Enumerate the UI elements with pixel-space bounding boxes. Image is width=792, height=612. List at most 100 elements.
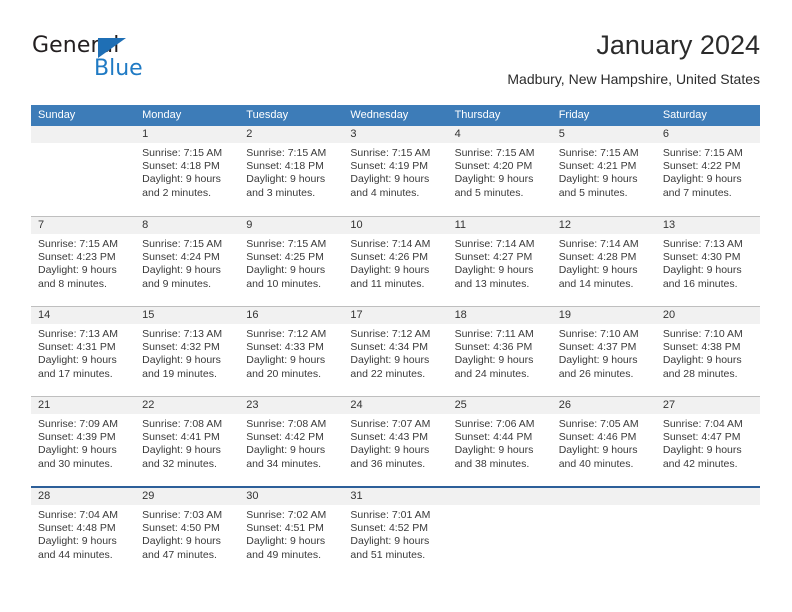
general-blue-logo[interactable]: General Blue <box>32 34 212 92</box>
calendar-day-cell[interactable]: 15 Sunrise: 7:13 AM Sunset: 4:32 PM Dayligh… <box>135 307 240 396</box>
daylight-text: Daylight: 9 hours <box>246 354 326 367</box>
calendar-day-cell[interactable]: 14 Sunrise: 7:13 AM Sunset: 4:31 PM Dayligh… <box>31 307 136 396</box>
calendar-day-cell[interactable]: 9 Sunrise: 7:15 AM Sunset: 4:25 PM Daylight… <box>239 217 344 306</box>
sunset-text: Sunset: 4:24 PM <box>142 251 220 264</box>
daylight-text: Daylight: 9 hours <box>662 264 742 277</box>
day-number: 7 <box>31 217 136 234</box>
calendar-day-cell[interactable]: 12 Sunrise: 7:14 AM Sunset: 4:28 PM Dayligh… <box>551 217 656 306</box>
sunrise-text: Sunrise: 7:02 AM <box>246 509 327 521</box>
day-details: Sunrise: 7:15 AM Sunset: 4:21 PM Daylight:… <box>552 143 656 200</box>
daylight-text: and 24 minutes. <box>454 367 530 380</box>
calendar-day-cell[interactable]: 3 Sunrise: 7:15 AM Sunset: 4:19 PM Daylight… <box>343 126 448 216</box>
daylight-text: and 4 minutes. <box>350 186 420 199</box>
calendar-day-cell[interactable]: 1 Sunrise: 7:15 AM Sunset: 4:18 PM Daylight… <box>135 126 240 216</box>
weekday-header-monday: Monday <box>142 109 182 121</box>
sunset-text: Sunset: 4:25 PM <box>246 251 324 264</box>
sunrise-text: Sunrise: 7:15 AM <box>350 147 431 159</box>
calendar-week-row: 14 Sunrise: 7:13 AM Sunset: 4:31 PM Dayligh… <box>31 306 760 396</box>
daylight-text: and 44 minutes. <box>38 548 113 561</box>
daylight-text: and 30 minutes. <box>38 457 113 470</box>
day-number <box>31 126 136 143</box>
day-details: Sunrise: 7:13 AM Sunset: 4:30 PM Daylight:… <box>656 234 760 291</box>
day-number: 31 <box>343 488 448 505</box>
calendar-cell-empty <box>655 488 760 582</box>
calendar-day-cell[interactable]: 24 Sunrise: 7:07 AM Sunset: 4:43 PM Dayligh… <box>343 397 448 486</box>
calendar-day-cell[interactable]: 20 Sunrise: 7:10 AM Sunset: 4:38 PM Dayligh… <box>655 307 760 396</box>
calendar-day-cell[interactable]: 13 Sunrise: 7:13 AM Sunset: 4:30 PM Dayligh… <box>655 217 760 306</box>
daylight-text: Daylight: 9 hours <box>142 354 221 367</box>
daylight-text: and 32 minutes. <box>142 457 217 470</box>
sunrise-text: Sunrise: 7:01 AM <box>350 509 431 521</box>
calendar-day-cell[interactable]: 29 Sunrise: 7:03 AM Sunset: 4:50 PM Dayligh… <box>135 488 240 582</box>
daylight-text: Daylight: 9 hours <box>558 444 638 457</box>
day-number: 6 <box>655 126 760 143</box>
calendar-day-cell[interactable]: 27 Sunrise: 7:04 AM Sunset: 4:47 PM Dayligh… <box>655 397 760 486</box>
calendar-day-cell[interactable]: 21 Sunrise: 7:09 AM Sunset: 4:39 PM Dayligh… <box>31 397 136 486</box>
day-number: 2 <box>239 126 344 143</box>
calendar-day-cell[interactable]: 23 Sunrise: 7:08 AM Sunset: 4:42 PM Dayligh… <box>239 397 344 486</box>
daylight-text: Daylight: 9 hours <box>38 444 117 457</box>
day-details: Sunrise: 7:14 AM Sunset: 4:27 PM Daylight:… <box>448 234 552 291</box>
daylight-text: Daylight: 9 hours <box>246 444 326 457</box>
sunset-text: Sunset: 4:18 PM <box>246 160 324 173</box>
day-details: Sunrise: 7:06 AM Sunset: 4:44 PM Daylight:… <box>448 414 552 471</box>
calendar-day-cell[interactable]: 4 Sunrise: 7:15 AM Sunset: 4:20 PM Daylight… <box>447 126 552 216</box>
sunset-text: Sunset: 4:50 PM <box>142 522 220 535</box>
daylight-text: and 16 minutes. <box>662 277 738 290</box>
daylight-text: and 8 minutes. <box>38 277 107 290</box>
day-number <box>655 488 760 505</box>
day-details: Sunrise: 7:02 AM Sunset: 4:51 PM Daylight:… <box>239 505 343 562</box>
calendar-day-cell[interactable]: 31 Sunrise: 7:01 AM Sunset: 4:52 PM Dayligh… <box>343 488 448 582</box>
daylight-text: Daylight: 9 hours <box>246 264 326 277</box>
daylight-text: Daylight: 9 hours <box>454 354 534 367</box>
calendar-day-cell[interactable]: 5 Sunrise: 7:15 AM Sunset: 4:21 PM Daylight… <box>551 126 656 216</box>
calendar-week-row: 28 Sunrise: 7:04 AM Sunset: 4:48 PM Dayligh… <box>31 486 760 582</box>
sunrise-text: Sunrise: 7:15 AM <box>558 147 639 159</box>
calendar-day-cell[interactable]: 10 Sunrise: 7:14 AM Sunset: 4:26 PM Dayligh… <box>343 217 448 306</box>
sunrise-text: Sunrise: 7:14 AM <box>558 238 639 250</box>
calendar-day-cell[interactable]: 8 Sunrise: 7:15 AM Sunset: 4:24 PM Daylight… <box>135 217 240 306</box>
day-number: 17 <box>343 307 448 324</box>
day-details: Sunrise: 7:13 AM Sunset: 4:31 PM Daylight:… <box>31 324 135 381</box>
daylight-text: Daylight: 9 hours <box>662 444 742 457</box>
day-number: 15 <box>135 307 240 324</box>
sunrise-text: Sunrise: 7:14 AM <box>454 238 535 250</box>
calendar-day-cell[interactable]: 11 Sunrise: 7:14 AM Sunset: 4:27 PM Dayligh… <box>447 217 552 306</box>
daylight-text: and 9 minutes. <box>142 277 212 290</box>
day-number: 4 <box>447 126 552 143</box>
sunrise-text: Sunrise: 7:13 AM <box>38 328 118 340</box>
calendar-day-cell[interactable]: 30 Sunrise: 7:02 AM Sunset: 4:51 PM Dayligh… <box>239 488 344 582</box>
day-details <box>552 505 656 509</box>
calendar-day-cell[interactable]: 26 Sunrise: 7:05 AM Sunset: 4:46 PM Dayligh… <box>551 397 656 486</box>
calendar-day-cell[interactable]: 16 Sunrise: 7:12 AM Sunset: 4:33 PM Dayligh… <box>239 307 344 396</box>
day-number: 25 <box>447 397 552 414</box>
calendar-day-cell[interactable]: 17 Sunrise: 7:12 AM Sunset: 4:34 PM Dayligh… <box>343 307 448 396</box>
daylight-text: Daylight: 9 hours <box>246 173 326 186</box>
calendar-day-cell[interactable]: 19 Sunrise: 7:10 AM Sunset: 4:37 PM Dayligh… <box>551 307 656 396</box>
weekday-header-saturday: Saturday <box>662 109 707 121</box>
daylight-text: Daylight: 9 hours <box>662 354 742 367</box>
calendar-day-cell[interactable]: 28 Sunrise: 7:04 AM Sunset: 4:48 PM Dayligh… <box>31 488 136 582</box>
calendar-day-cell[interactable]: 18 Sunrise: 7:11 AM Sunset: 4:36 PM Dayligh… <box>447 307 552 396</box>
sunset-text: Sunset: 4:18 PM <box>142 160 220 173</box>
day-number: 26 <box>551 397 656 414</box>
daylight-text: Daylight: 9 hours <box>350 264 430 277</box>
sunset-text: Sunset: 4:26 PM <box>350 251 429 264</box>
daylight-text: and 5 minutes. <box>454 186 524 199</box>
day-number: 9 <box>239 217 344 234</box>
daylight-text: and 51 minutes. <box>350 548 426 561</box>
day-number: 28 <box>31 488 136 505</box>
calendar-day-cell[interactable]: 22 Sunrise: 7:08 AM Sunset: 4:41 PM Dayligh… <box>135 397 240 486</box>
daylight-text: Daylight: 9 hours <box>350 173 430 186</box>
calendar-day-cell[interactable]: 7 Sunrise: 7:15 AM Sunset: 4:23 PM Daylight… <box>31 217 136 306</box>
calendar-day-cell[interactable]: 25 Sunrise: 7:06 AM Sunset: 4:44 PM Dayligh… <box>447 397 552 486</box>
sunrise-text: Sunrise: 7:15 AM <box>142 147 223 159</box>
daylight-text: Daylight: 9 hours <box>38 354 117 367</box>
sunrise-text: Sunrise: 7:07 AM <box>350 418 431 430</box>
calendar-day-cell[interactable]: 6 Sunrise: 7:15 AM Sunset: 4:22 PM Daylight… <box>655 126 760 216</box>
weekday-header-wednesday: Wednesday <box>350 109 409 121</box>
calendar-day-cell[interactable]: 2 Sunrise: 7:15 AM Sunset: 4:18 PM Daylight… <box>239 126 344 216</box>
daylight-text: and 3 minutes. <box>246 186 316 199</box>
day-number <box>447 488 552 505</box>
weekday-header-thursday: Thursday <box>454 109 501 121</box>
